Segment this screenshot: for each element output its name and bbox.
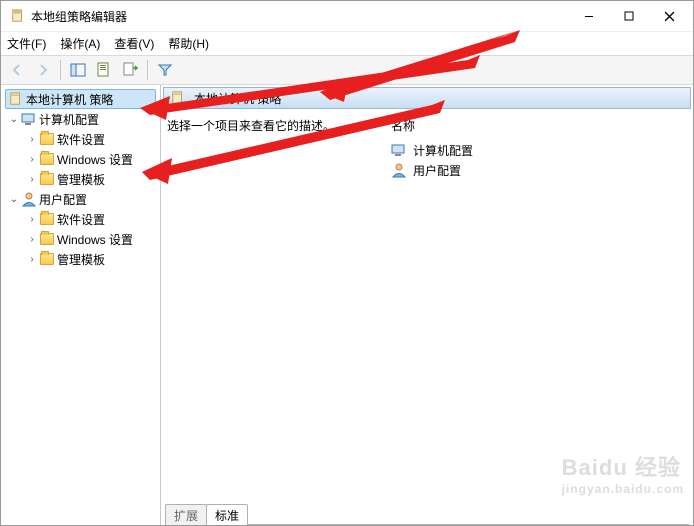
menu-file[interactable]: 文件(F) bbox=[7, 35, 46, 52]
folder-icon bbox=[39, 251, 55, 267]
app-window: 本地组策略编辑器 文件(F) 操作(A) 查看(V) 帮助(H) 本地计算机 策… bbox=[0, 0, 694, 526]
instruction-text: 选择一个项目来查看它的描述。 bbox=[167, 117, 367, 134]
nav-forward-button[interactable] bbox=[31, 59, 55, 81]
folder-icon bbox=[39, 131, 55, 147]
tree-item-user-config[interactable]: ⌄ 用户配置 bbox=[1, 189, 160, 209]
toolbar-separator bbox=[147, 60, 148, 80]
window-controls bbox=[569, 2, 689, 30]
tab-standard[interactable]: 标准 bbox=[206, 504, 248, 525]
app-icon bbox=[9, 7, 27, 25]
tree-label: 管理模板 bbox=[57, 251, 105, 268]
chevron-right-icon[interactable]: › bbox=[25, 172, 39, 186]
tree-item-cc-admin[interactable]: › 管理模板 bbox=[1, 169, 160, 189]
tab-extended[interactable]: 扩展 bbox=[165, 504, 207, 525]
detail-header: 本地计算机 策略 bbox=[163, 87, 691, 109]
user-icon bbox=[21, 191, 37, 207]
computer-icon bbox=[391, 142, 407, 158]
tree-root[interactable]: 本地计算机 策略 bbox=[5, 89, 156, 109]
items-column: 名称 计算机配置 用户配置 bbox=[391, 117, 687, 500]
titlebar: 本地组策略编辑器 bbox=[1, 1, 693, 31]
menu-view[interactable]: 查看(V) bbox=[114, 35, 154, 52]
export-button[interactable] bbox=[118, 59, 142, 81]
tree-pane[interactable]: 本地计算机 策略 ⌄ 计算机配置 › 软件设置 › Windows 设置 › 管… bbox=[1, 85, 161, 525]
content-area: 本地计算机 策略 ⌄ 计算机配置 › 软件设置 › Windows 设置 › 管… bbox=[1, 85, 693, 525]
tree-label: 软件设置 bbox=[57, 211, 105, 228]
folder-icon bbox=[39, 231, 55, 247]
tree-label: 软件设置 bbox=[57, 131, 105, 148]
toolbar bbox=[1, 55, 693, 85]
tree-item-computer-config[interactable]: ⌄ 计算机配置 bbox=[1, 109, 160, 129]
nav-back-button[interactable] bbox=[5, 59, 29, 81]
computer-icon bbox=[21, 111, 37, 127]
book-icon bbox=[170, 90, 186, 106]
menu-action[interactable]: 操作(A) bbox=[60, 35, 100, 52]
book-icon bbox=[8, 91, 24, 107]
tree-item-cc-software[interactable]: › 软件设置 bbox=[1, 129, 160, 149]
menu-help[interactable]: 帮助(H) bbox=[168, 35, 209, 52]
tree-label: Windows 设置 bbox=[57, 231, 133, 248]
properties-button[interactable] bbox=[92, 59, 116, 81]
chevron-down-icon[interactable]: ⌄ bbox=[7, 112, 21, 126]
toolbar-separator bbox=[60, 60, 61, 80]
folder-icon bbox=[39, 151, 55, 167]
tree-label: Windows 设置 bbox=[57, 151, 133, 168]
list-item-label: 用户配置 bbox=[413, 162, 461, 179]
tree-item-cc-windows[interactable]: › Windows 设置 bbox=[1, 149, 160, 169]
menubar: 文件(F) 操作(A) 查看(V) 帮助(H) bbox=[1, 31, 693, 55]
show-tree-button[interactable] bbox=[66, 59, 90, 81]
chevron-down-icon[interactable]: ⌄ bbox=[7, 192, 21, 206]
chevron-right-icon[interactable]: › bbox=[25, 152, 39, 166]
list-item-computer-config[interactable]: 计算机配置 bbox=[391, 140, 687, 160]
user-icon bbox=[391, 162, 407, 178]
tree-label: 本地计算机 策略 bbox=[26, 91, 113, 108]
tree-item-uc-admin[interactable]: › 管理模板 bbox=[1, 249, 160, 269]
maximize-button[interactable] bbox=[609, 2, 649, 30]
filter-button[interactable] bbox=[153, 59, 177, 81]
description-column: 选择一个项目来查看它的描述。 bbox=[167, 117, 367, 500]
chevron-right-icon[interactable]: › bbox=[25, 212, 39, 226]
folder-icon bbox=[39, 171, 55, 187]
column-header-name[interactable]: 名称 bbox=[391, 117, 687, 134]
minimize-button[interactable] bbox=[569, 2, 609, 30]
detail-header-title: 本地计算机 策略 bbox=[194, 90, 281, 107]
chevron-right-icon[interactable]: › bbox=[25, 232, 39, 246]
tree-label: 用户配置 bbox=[39, 191, 87, 208]
tree-item-uc-windows[interactable]: › Windows 设置 bbox=[1, 229, 160, 249]
tree-label: 计算机配置 bbox=[39, 111, 99, 128]
chevron-right-icon[interactable]: › bbox=[25, 132, 39, 146]
folder-icon bbox=[39, 211, 55, 227]
chevron-right-icon[interactable]: › bbox=[25, 252, 39, 266]
detail-body: 选择一个项目来查看它的描述。 名称 计算机配置 用户配置 bbox=[161, 109, 693, 500]
tree-item-uc-software[interactable]: › 软件设置 bbox=[1, 209, 160, 229]
detail-pane: 本地计算机 策略 选择一个项目来查看它的描述。 名称 计算机配置 用户配置 bbox=[161, 85, 693, 525]
list-item-label: 计算机配置 bbox=[413, 142, 473, 159]
list-item-user-config[interactable]: 用户配置 bbox=[391, 160, 687, 180]
window-title: 本地组策略编辑器 bbox=[31, 8, 569, 25]
close-button[interactable] bbox=[649, 2, 689, 30]
tree-label: 管理模板 bbox=[57, 171, 105, 188]
tabs: 扩展 标准 bbox=[161, 500, 693, 524]
